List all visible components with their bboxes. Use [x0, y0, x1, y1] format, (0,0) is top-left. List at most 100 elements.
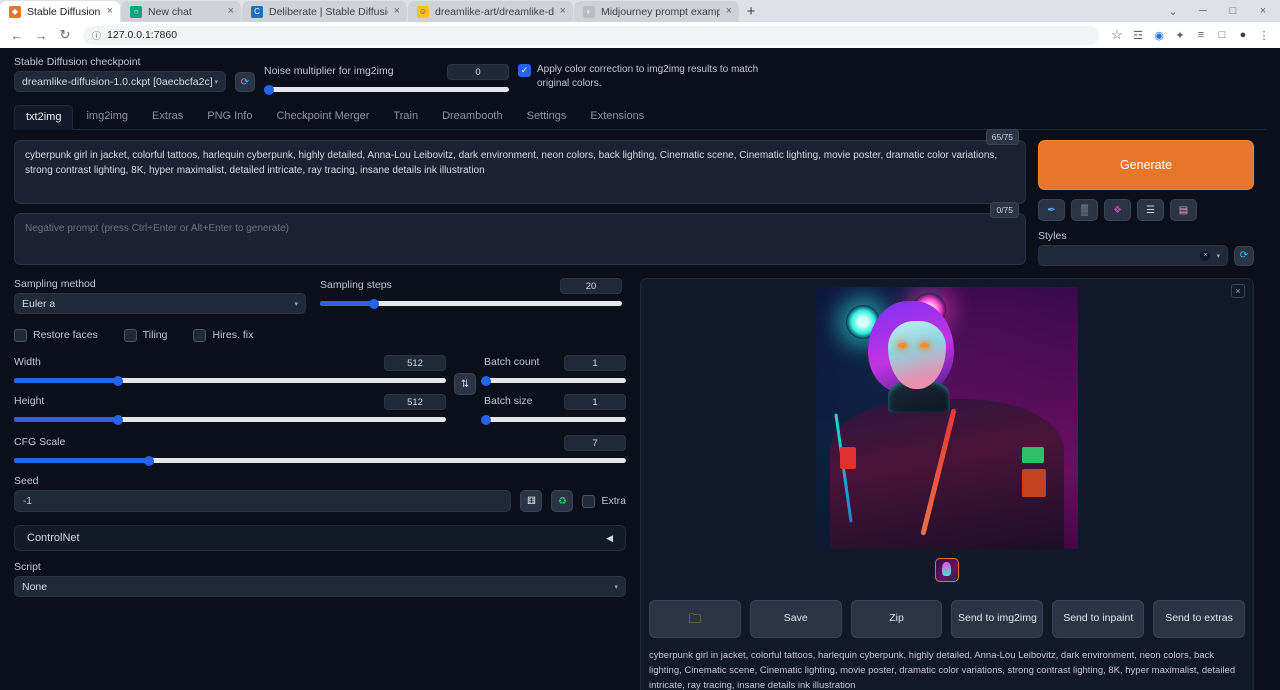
- apply-style-button[interactable]: ☰: [1137, 199, 1164, 221]
- browser-tab-1[interactable]: ○ New chat ×: [121, 1, 241, 22]
- playlist-icon[interactable]: ≡: [1193, 27, 1209, 43]
- tab-img2img[interactable]: img2img: [75, 105, 139, 130]
- tab-png-info[interactable]: PNG Info: [196, 105, 263, 130]
- batch-count-slider[interactable]: [484, 378, 626, 383]
- batch-count-value[interactable]: 1: [564, 355, 626, 371]
- save-style-button[interactable]: ▤: [1170, 199, 1197, 221]
- seed-input[interactable]: -1: [14, 490, 511, 512]
- sidepanel-icon[interactable]: □: [1214, 27, 1230, 43]
- minimize-icon[interactable]: ─: [1188, 0, 1218, 22]
- collapse-icon[interactable]: ⌄: [1158, 0, 1188, 22]
- slider-knob[interactable]: [113, 376, 123, 386]
- generate-button[interactable]: Generate: [1038, 140, 1254, 190]
- noise-multiplier-slider[interactable]: [264, 87, 509, 92]
- profile-sync-icon[interactable]: ◉: [1151, 27, 1167, 43]
- zip-button[interactable]: Zip: [851, 600, 943, 638]
- settings-panel: Sampling method Euler a ▾ Sampling steps…: [14, 278, 626, 690]
- reload-icon[interactable]: ↻: [54, 24, 76, 46]
- slider-knob[interactable]: [264, 85, 274, 95]
- clear-prompt-button[interactable]: ▒: [1071, 199, 1098, 221]
- tiling-checkbox[interactable]: [124, 329, 137, 342]
- avatar-icon[interactable]: ●: [1235, 27, 1251, 43]
- tab-dreambooth[interactable]: Dreambooth: [431, 105, 514, 130]
- refresh-styles-button[interactable]: ⟳: [1234, 246, 1254, 266]
- generated-image[interactable]: [816, 287, 1078, 549]
- close-icon[interactable]: ×: [394, 6, 400, 17]
- tab-extensions[interactable]: Extensions: [579, 105, 655, 130]
- checkpoint-select[interactable]: dreamlike-diffusion-1.0.ckpt [0aecbcfa2c…: [14, 71, 226, 92]
- browser-tab-0[interactable]: ◆ Stable Diffusion ×: [0, 1, 120, 22]
- batch-size-slider[interactable]: [484, 417, 626, 422]
- tab-train[interactable]: Train: [382, 105, 429, 130]
- close-window-icon[interactable]: ×: [1248, 0, 1278, 22]
- slider-knob[interactable]: [481, 376, 491, 386]
- bookmark-star-icon[interactable]: ☆: [1106, 24, 1128, 46]
- send-to-inpaint-button[interactable]: Send to inpaint: [1052, 600, 1144, 638]
- refresh-checkpoints-button[interactable]: ⟳: [235, 72, 255, 92]
- cfg-scale-value[interactable]: 7: [564, 435, 626, 451]
- close-icon[interactable]: ×: [107, 6, 113, 17]
- styles-select[interactable]: × ▾: [1038, 245, 1228, 266]
- tab-txt2img[interactable]: txt2img: [14, 105, 73, 130]
- save-button[interactable]: Save: [750, 600, 842, 638]
- width-value[interactable]: 512: [384, 355, 446, 371]
- extra-seed-checkbox[interactable]: [582, 495, 595, 508]
- close-icon[interactable]: ×: [228, 6, 234, 17]
- noise-multiplier-value[interactable]: 0: [447, 64, 509, 80]
- noise-multiplier-field: Noise multiplier for img2img 0: [264, 64, 509, 92]
- sampling-method-select[interactable]: Euler a ▾: [14, 293, 306, 314]
- url-input[interactable]: ⓘ 127.0.0.1:7860: [83, 26, 1099, 45]
- maximize-icon[interactable]: □: [1218, 0, 1248, 22]
- forward-icon[interactable]: →: [30, 24, 52, 46]
- height-value[interactable]: 512: [384, 394, 446, 410]
- extensions-icon[interactable]: ☲: [1130, 27, 1146, 43]
- tab-settings[interactable]: Settings: [516, 105, 578, 130]
- puzzle-icon[interactable]: ✦: [1172, 27, 1188, 43]
- random-seed-button[interactable]: ⚅: [520, 490, 542, 512]
- color-correction-field[interactable]: ✓ Apply color correction to img2img resu…: [518, 63, 768, 90]
- negative-prompt-input[interactable]: 0/75 Negative prompt (press Ctrl+Enter o…: [14, 213, 1026, 265]
- sampling-steps-value[interactable]: 20: [560, 278, 622, 294]
- sampling-steps-slider[interactable]: [320, 301, 622, 306]
- restore-faces-field[interactable]: Restore faces: [14, 328, 98, 342]
- new-tab-button[interactable]: +: [740, 1, 762, 22]
- tab-checkpoint-merger[interactable]: Checkpoint Merger: [265, 105, 380, 130]
- controlnet-accordion[interactable]: ControlNet ◀: [14, 525, 626, 551]
- read-generation-params-button[interactable]: ❖: [1104, 199, 1131, 221]
- prompt-input[interactable]: 65/75 cyberpunk girl in jacket, colorful…: [14, 140, 1026, 204]
- reuse-seed-button[interactable]: ♻: [551, 490, 573, 512]
- slider-knob[interactable]: [144, 456, 154, 466]
- send-to-img2img-button[interactable]: Send to img2img: [951, 600, 1043, 638]
- close-icon[interactable]: ×: [726, 6, 732, 17]
- send-to-extras-button[interactable]: Send to extras: [1153, 600, 1245, 638]
- slider-knob[interactable]: [481, 415, 491, 425]
- cfg-scale-slider[interactable]: [14, 458, 626, 463]
- menu-icon[interactable]: ⋮: [1256, 27, 1272, 43]
- width-slider[interactable]: [14, 378, 446, 383]
- slider-knob[interactable]: [113, 415, 123, 425]
- swap-dimensions-button[interactable]: ⇅: [454, 373, 476, 395]
- browser-tab-3[interactable]: ☺ dreamlike-art/dreamlike-diffusio ×: [408, 1, 573, 22]
- browser-tab-2[interactable]: C Deliberate | Stable Diffusion Che ×: [242, 1, 407, 22]
- clear-styles-icon[interactable]: ×: [1200, 251, 1210, 261]
- close-image-button[interactable]: ×: [1231, 284, 1245, 298]
- hires-fix-checkbox[interactable]: [193, 329, 206, 342]
- restore-faces-checkbox[interactable]: [14, 329, 27, 342]
- extra-seed-field[interactable]: Extra: [582, 494, 626, 508]
- browser-tab-4[interactable]: ◐ Midjourney prompt examples : L ×: [574, 1, 739, 22]
- height-slider[interactable]: [14, 417, 446, 422]
- huggingface-icon: ☺: [417, 6, 429, 18]
- tiling-field[interactable]: Tiling: [124, 328, 168, 342]
- open-folder-button[interactable]: 🗀: [649, 600, 741, 638]
- slider-knob[interactable]: [369, 299, 379, 309]
- site-info-icon[interactable]: ⓘ: [92, 29, 101, 42]
- close-icon[interactable]: ×: [560, 6, 566, 17]
- restore-progress-button[interactable]: ✒: [1038, 199, 1065, 221]
- color-correction-checkbox[interactable]: ✓: [518, 64, 531, 77]
- hires-fix-field[interactable]: Hires. fix: [193, 328, 253, 342]
- script-select[interactable]: None ▾: [14, 576, 626, 597]
- back-icon[interactable]: ←: [6, 24, 28, 46]
- batch-size-value[interactable]: 1: [564, 394, 626, 410]
- tab-extras[interactable]: Extras: [141, 105, 194, 130]
- gallery-thumbnail-0[interactable]: [935, 558, 959, 582]
